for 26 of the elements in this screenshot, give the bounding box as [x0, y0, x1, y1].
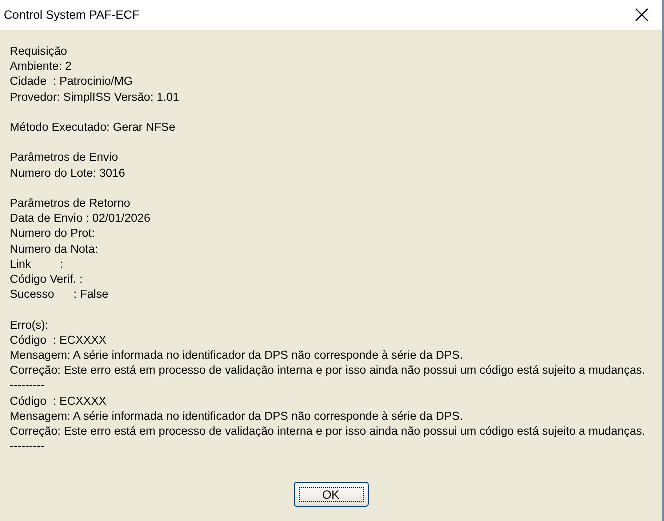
message-line: Código Verif. : [10, 272, 83, 288]
message-line: Mensagem: A série informada no identificador da DPS não corresponde à série da DPS. [10, 348, 464, 364]
message-line: Sucesso : False [10, 287, 109, 302]
message-line: Código : ECXXXX [10, 332, 107, 348]
window-title: Control System PAF-ECF [4, 8, 140, 22]
message-line: Correção: Este erro está em processo de validação interna e por isso ainda não possui um código está sujeito a mudanças. [10, 424, 646, 440]
message-line: Mensagem: A série informada no identificador da DPS não corresponde à série da DPS. [10, 408, 464, 424]
ok-button[interactable]: OK [294, 482, 368, 507]
message-line: Ambiente: 2 [10, 59, 72, 74]
message-line: Data de Envio : 02/01/2026 [10, 211, 151, 226]
message-line: Numero do Prot: [10, 226, 96, 242]
message-line: Correção: Este erro está em processo de validação interna e por isso ainda não possui um código está sujeito a mudanças. [10, 363, 646, 378]
message-line: Numero do Lote: 3016 [10, 166, 126, 181]
message-line: Erro(s): [10, 318, 49, 333]
message-line: Método Executado: Gerar NFSe [10, 120, 176, 136]
message-line: --------- [10, 439, 45, 454]
close-icon [635, 8, 649, 22]
message-line: Provedor: SimplISS Versão: 1.01 [10, 90, 180, 105]
message-line: Parâmetros de Envio [10, 150, 118, 166]
message-line: Cidade : Patrocinio/MG [10, 74, 134, 90]
message-line: Código : ECXXXX [10, 394, 107, 409]
message-line: Parâmetros de Retorno [10, 196, 131, 212]
message-line: Link : [10, 256, 64, 272]
message-line: Numero da Nota: [10, 242, 98, 257]
message-line: Requisição [10, 44, 68, 60]
message-line: --------- [10, 378, 45, 394]
